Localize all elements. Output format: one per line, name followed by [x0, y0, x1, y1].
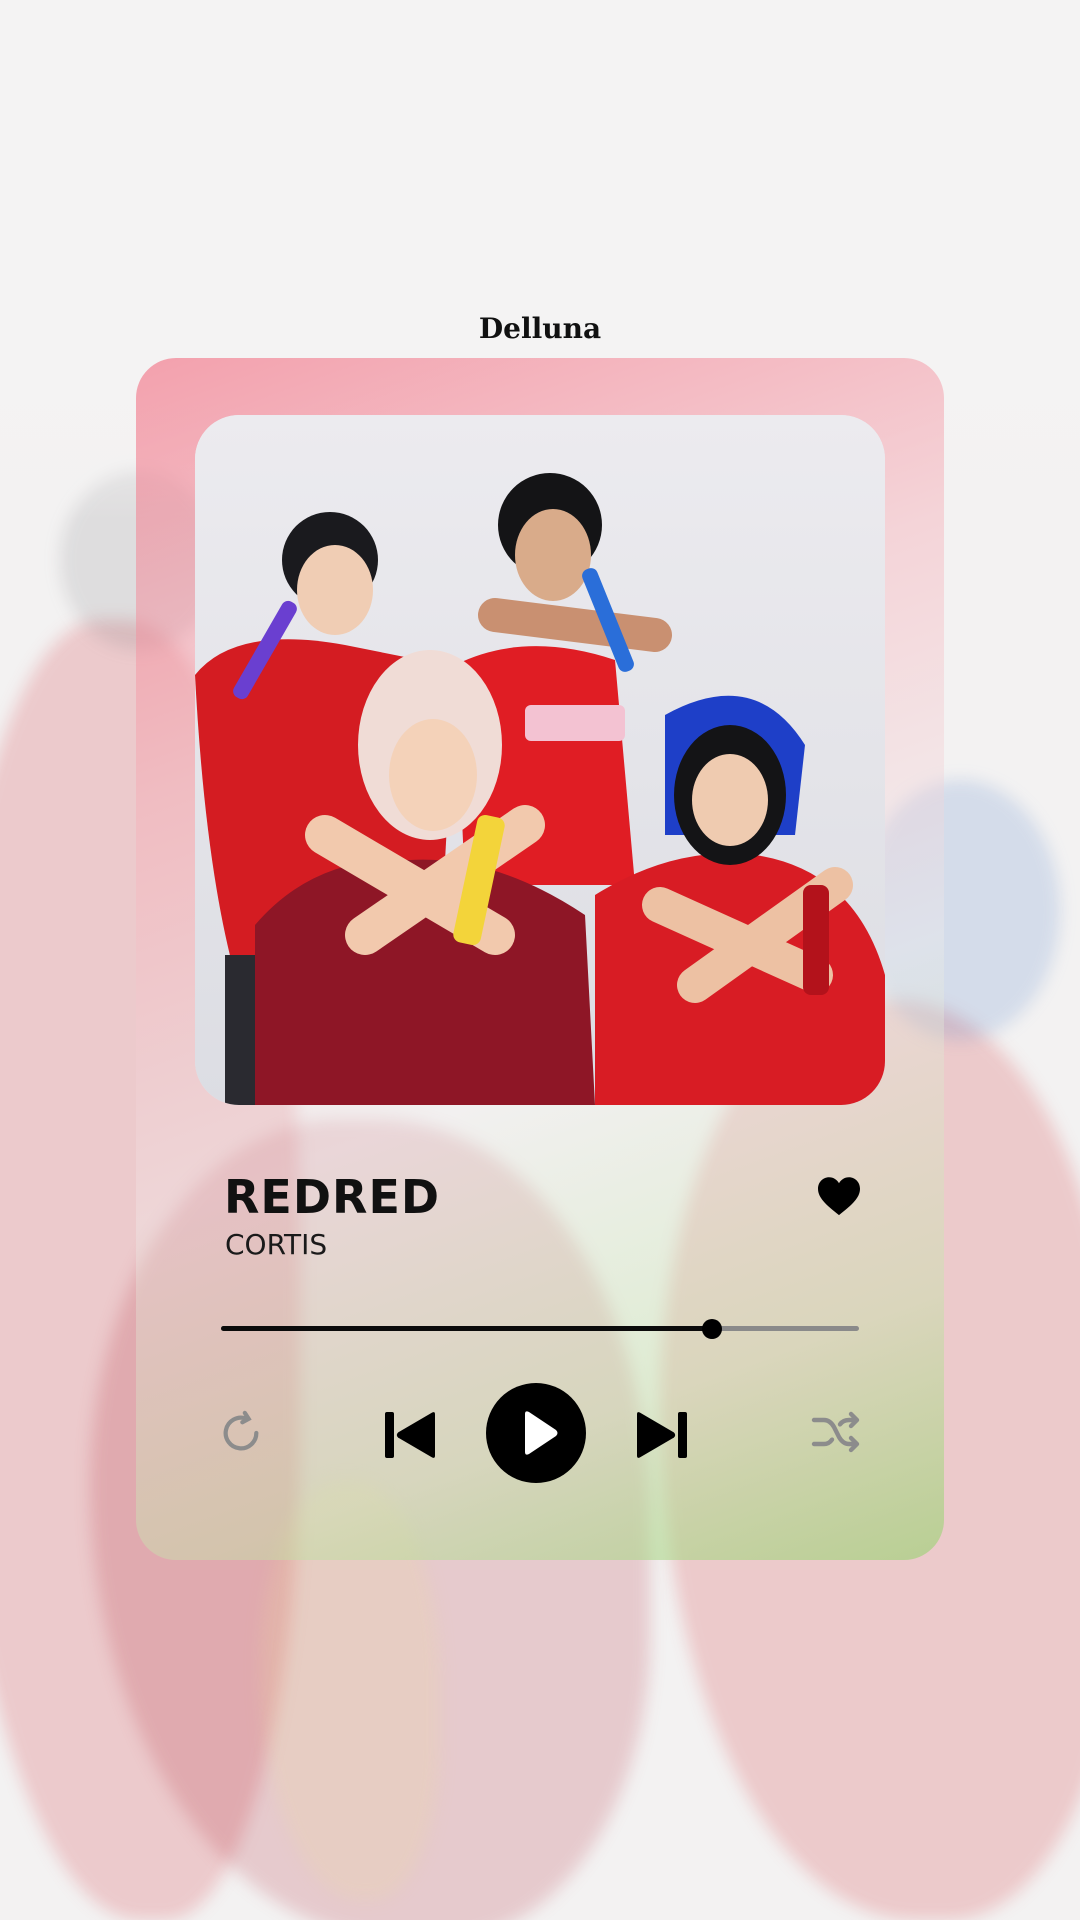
repeat-icon — [218, 1410, 264, 1460]
progress-slider[interactable] — [221, 1318, 859, 1340]
album-art — [195, 415, 885, 1105]
previous-button[interactable] — [383, 1410, 439, 1460]
progress-fill — [221, 1326, 713, 1331]
play-icon — [486, 1411, 586, 1487]
progress-handle[interactable] — [702, 1319, 723, 1339]
skip-previous-icon — [383, 1412, 439, 1464]
shuffle-button[interactable] — [810, 1410, 862, 1456]
brand-logo: Delluna — [478, 312, 602, 345]
shuffle-icon — [810, 1411, 862, 1460]
play-button[interactable] — [486, 1383, 586, 1483]
next-button[interactable] — [633, 1410, 689, 1460]
repeat-button[interactable] — [218, 1410, 264, 1456]
artist-name: CORTIS — [225, 1228, 328, 1261]
heart-icon[interactable] — [816, 1175, 862, 1217]
track-title: REDRED — [224, 1170, 441, 1224]
skip-next-icon — [633, 1412, 689, 1464]
